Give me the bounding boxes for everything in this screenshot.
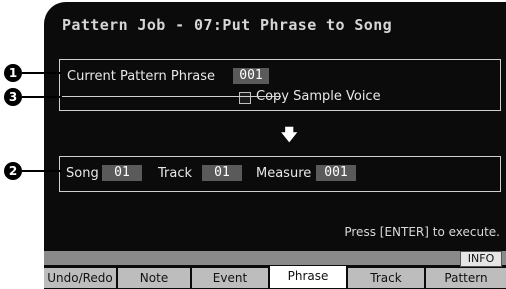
track-field[interactable]: 01 [202,165,242,181]
callout-1: 1 [4,64,22,82]
callout-1-leader [22,72,62,74]
tab-note[interactable]: Note [118,268,192,288]
tab-track[interactable]: Track [348,268,426,288]
copy-sample-voice-checkbox[interactable] [239,92,251,104]
execute-hint: Press [ENTER] to execute. [344,225,500,239]
measure-field[interactable]: 001 [316,165,356,181]
tab-event[interactable]: Event [192,268,270,288]
song-box: Song 01 Track 01 Measure 001 [59,156,501,192]
measure-label: Measure [256,166,312,181]
song-label: Song [66,166,99,181]
song-field[interactable]: 01 [102,165,142,181]
current-pattern-phrase-label: Current Pattern Phrase [67,69,216,84]
current-pattern-phrase-field[interactable]: 001 [233,68,269,84]
tab-phrase[interactable]: Phrase [270,266,348,288]
track-label: Track [158,166,193,181]
lcd-screen: Pattern Job - 07:Put Phrase to Song Curr… [44,2,506,289]
callout-2: 2 [4,162,22,180]
info-button[interactable]: INFO [460,251,502,267]
callout-3: 3 [4,88,22,106]
status-bar [44,251,506,265]
tab-pattern[interactable]: Pattern [426,268,506,288]
callout-3-leader-inner [62,96,281,97]
arrow-down-icon: 🡇 [281,125,298,144]
tab-bar: Undo/Redo Note Event Phrase Track Patter… [44,266,506,289]
page-title: Pattern Job - 07:Put Phrase to Song [62,16,393,34]
phrase-box: Current Pattern Phrase 001 Copy Sample V… [59,59,501,111]
callout-2-leader [22,170,62,172]
callout-3-leader [22,96,62,98]
tab-undo-redo[interactable]: Undo/Redo [44,268,118,288]
